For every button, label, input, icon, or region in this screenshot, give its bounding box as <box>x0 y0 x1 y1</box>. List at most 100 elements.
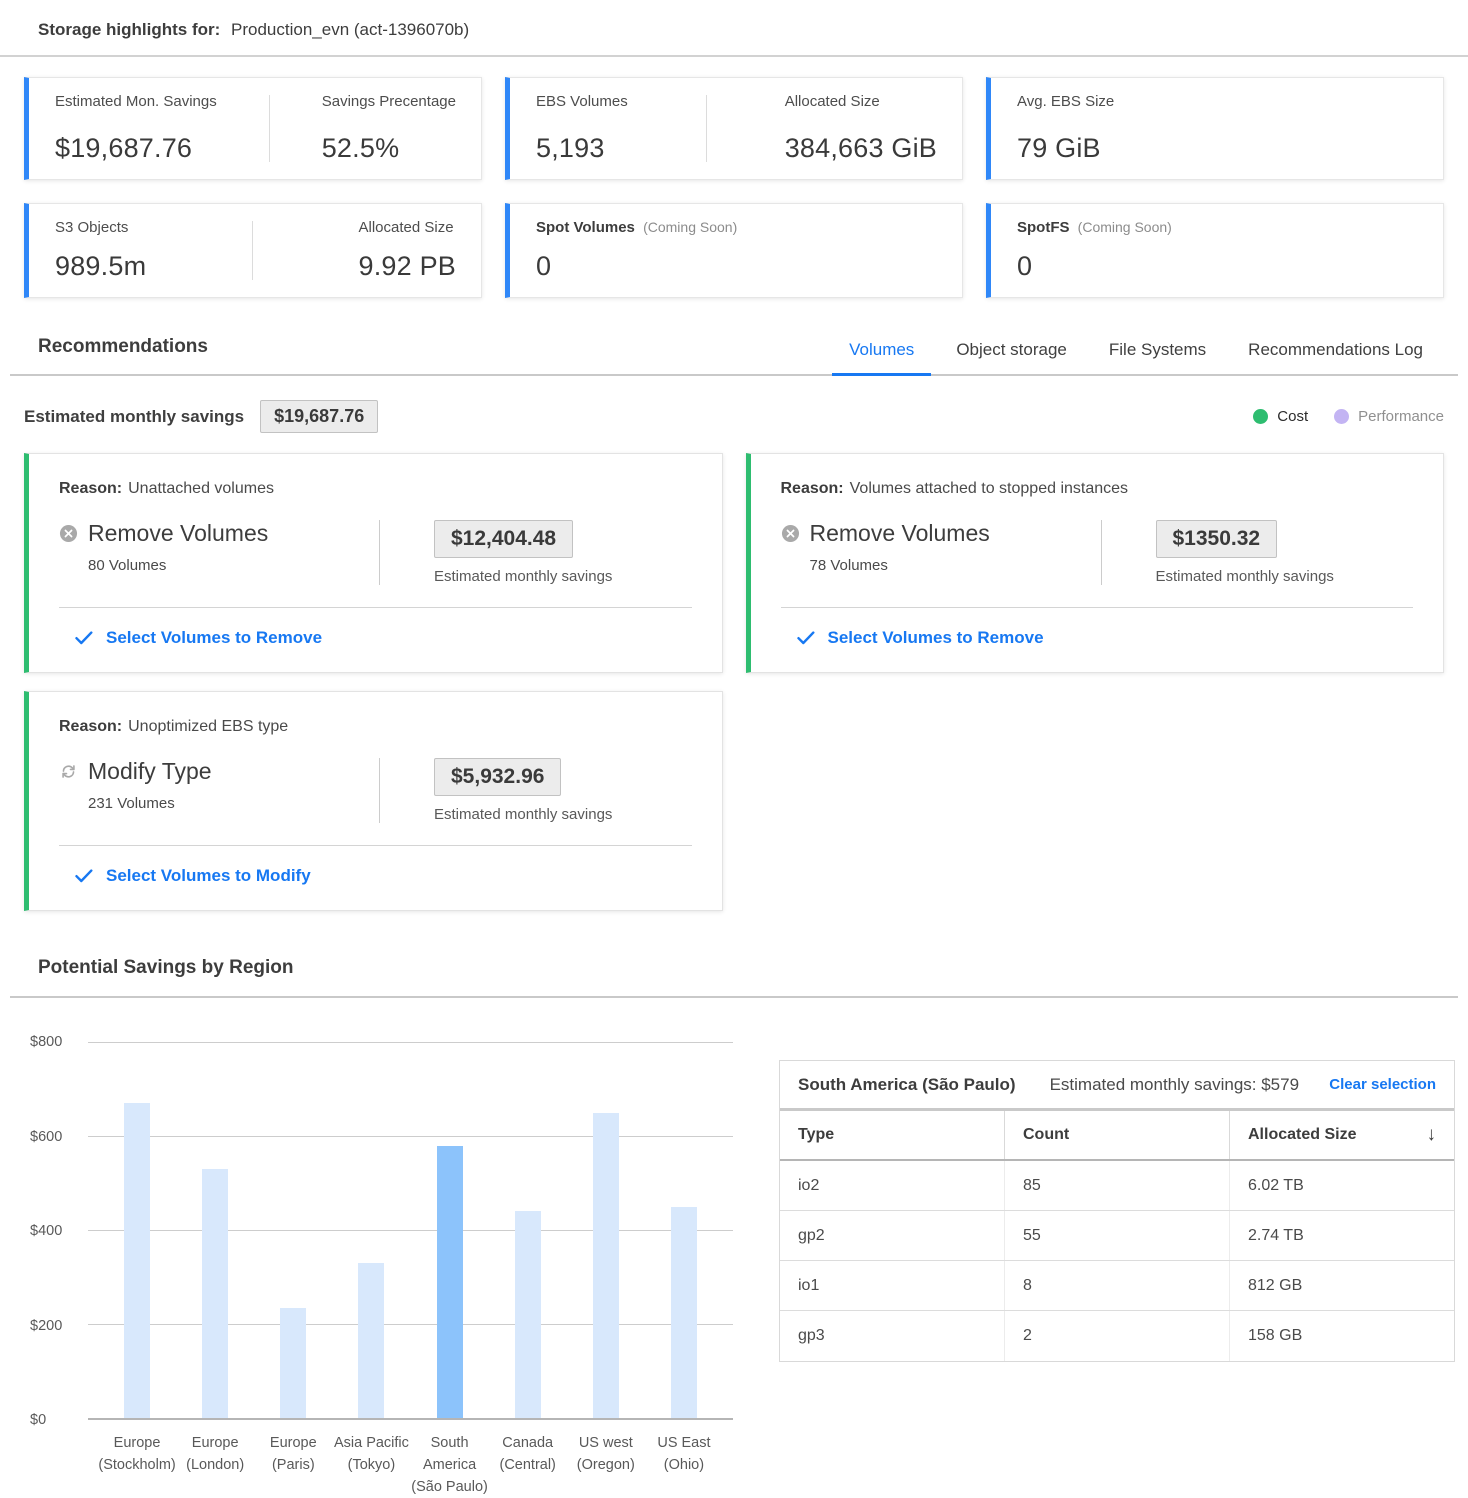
coming-soon-tag: (Coming Soon) <box>1078 219 1172 235</box>
x-tick-label: Europe(London) <box>176 1433 254 1498</box>
volume-count: 80 Volumes <box>88 557 379 574</box>
y-tick-label: $800 <box>30 1034 62 1050</box>
table-cell: 85 <box>1004 1161 1229 1210</box>
bar-us-west-oregon[interactable] <box>593 1113 619 1419</box>
stat-s3-objects: S3 Objects 989.5m <box>55 219 146 282</box>
stat-value: 52.5% <box>322 133 456 164</box>
bar-us-east-ohio[interactable] <box>671 1207 697 1419</box>
x-tick-label: Europe(Paris) <box>254 1433 332 1498</box>
action-title: Remove Volumes <box>810 520 990 547</box>
table-body: io2856.02 TBgp2552.74 TBio18812 GBgp3215… <box>780 1161 1454 1361</box>
select-volumes-to-modify-link[interactable]: Select Volumes to Modify <box>59 846 692 910</box>
bar-asia-pacific-tokyo[interactable] <box>358 1263 384 1418</box>
action-title: Remove Volumes <box>88 520 268 547</box>
region-section-title: Potential Savings by Region <box>38 957 1458 996</box>
coming-soon-tag: (Coming Soon) <box>643 219 737 235</box>
refresh-icon <box>59 762 78 781</box>
table-row[interactable]: gp32158 GB <box>780 1311 1454 1361</box>
table-cell: 2.74 TB <box>1229 1211 1454 1260</box>
savings-amount-caption: Estimated monthly savings <box>1156 568 1334 585</box>
legend: Cost Performance <box>1253 408 1444 425</box>
stat-value: 0 <box>1017 251 1172 282</box>
remove-circle-icon <box>781 524 800 543</box>
column-header-allocated-size[interactable]: Allocated Size ↓ <box>1229 1111 1454 1159</box>
savings-amount-caption: Estimated monthly savings <box>434 568 612 585</box>
x-tick-label: South America(São Paulo) <box>411 1433 489 1498</box>
bar-europe-london[interactable] <box>202 1169 228 1418</box>
table-cell: 8 <box>1004 1261 1229 1310</box>
check-icon <box>797 631 815 645</box>
savings-amount-badge: $1350.32 <box>1156 520 1278 558</box>
stat-ebs-allocated-size: Allocated Size 384,663 GiB <box>785 93 937 164</box>
table-cell: 55 <box>1004 1211 1229 1260</box>
check-icon <box>75 631 93 645</box>
y-tick-label: $200 <box>30 1318 62 1334</box>
x-tick-label: Asia Pacific(Tokyo) <box>332 1433 410 1498</box>
card-avg-ebs-size: Avg. EBS Size 79 GiB <box>986 77 1444 180</box>
stat-label: Savings Precentage <box>322 93 456 110</box>
region-section-body: $800$600$400$200$0 Europe(Stockholm)Euro… <box>0 998 1468 1498</box>
divider <box>269 95 270 162</box>
cta-label: Select Volumes to Remove <box>106 628 322 648</box>
page-title: Storage highlights for: <box>38 20 220 39</box>
check-icon <box>75 869 93 883</box>
card-s3-objects: S3 Objects 989.5m Allocated Size 9.92 PB <box>24 203 482 298</box>
y-tick-label: $400 <box>30 1223 62 1239</box>
stat-value: 79 GiB <box>1017 133 1114 164</box>
stat-spotfs: SpotFS (Coming Soon) 0 <box>1017 219 1172 282</box>
tab-volumes[interactable]: Volumes <box>828 340 935 374</box>
select-volumes-to-remove-link[interactable]: Select Volumes to Remove <box>781 608 1414 672</box>
bar-south-america-s-o-paulo[interactable] <box>437 1146 463 1418</box>
stat-label: Allocated Size <box>359 219 456 236</box>
stat-value: 0 <box>536 251 737 282</box>
stat-label: Allocated Size <box>785 93 937 110</box>
stat-label: Spot Volumes <box>536 219 635 236</box>
stat-avg-ebs-size: Avg. EBS Size 79 GiB <box>1017 93 1114 164</box>
clear-selection-link[interactable]: Clear selection <box>1329 1076 1436 1093</box>
chart-bars <box>88 1042 733 1418</box>
x-tick-label: Canada(Central) <box>489 1433 567 1498</box>
tab-file-systems[interactable]: File Systems <box>1088 340 1227 374</box>
x-tick-label: US west(Oregon) <box>567 1433 645 1498</box>
stat-value: 9.92 PB <box>359 251 456 282</box>
cost-legend-dot <box>1253 409 1268 424</box>
table-row[interactable]: io2856.02 TB <box>780 1161 1454 1211</box>
reason-text: Unattached volumes <box>128 480 274 497</box>
sort-descending-icon[interactable]: ↓ <box>1427 1124 1437 1146</box>
legend-item-performance: Performance <box>1334 408 1444 425</box>
table-cell: io1 <box>780 1261 1004 1310</box>
table-row[interactable]: gp2552.74 TB <box>780 1211 1454 1261</box>
savings-label: Estimated monthly savings <box>24 407 244 427</box>
table-row[interactable]: io18812 GB <box>780 1261 1454 1311</box>
divider <box>1101 520 1102 585</box>
x-tick-label: US East(Ohio) <box>645 1433 723 1498</box>
bar-canada-central[interactable] <box>515 1211 541 1418</box>
table-cell: 158 GB <box>1229 1311 1454 1361</box>
tab-recommendations-log[interactable]: Recommendations Log <box>1227 340 1444 374</box>
page-header: Storage highlights for: Production_evn (… <box>0 0 1468 57</box>
y-tick-label: $0 <box>30 1412 46 1428</box>
stat-value: 989.5m <box>55 251 146 282</box>
bar-europe-stockholm[interactable] <box>124 1103 150 1418</box>
tab-object-storage[interactable]: Object storage <box>935 340 1088 374</box>
recommendations-header: Recommendations Volumes Object storage F… <box>10 336 1458 376</box>
table-cell: io2 <box>780 1161 1004 1210</box>
stat-label: Estimated Mon. Savings <box>55 93 217 110</box>
select-volumes-to-remove-link[interactable]: Select Volumes to Remove <box>59 608 692 672</box>
divider <box>252 221 253 280</box>
card-ebs-volumes: EBS Volumes 5,193 Allocated Size 384,663… <box>505 77 963 180</box>
savings-value-badge: $19,687.76 <box>260 400 378 433</box>
reason-text: Unoptimized EBS type <box>128 718 288 735</box>
stat-value: 384,663 GiB <box>785 133 937 164</box>
reason-line: Reason:Unoptimized EBS type <box>59 718 692 736</box>
stat-label: Avg. EBS Size <box>1017 93 1114 110</box>
action-row: Remove Volumes 78 Volumes $1350.32 Estim… <box>781 520 1414 585</box>
bar-chart-plot <box>88 1042 733 1420</box>
stat-value: $19,687.76 <box>55 133 217 164</box>
account-name: Production_evn (act-1396070b) <box>231 20 469 39</box>
bar-europe-paris[interactable] <box>280 1308 306 1418</box>
stat-spot-volumes: Spot Volumes (Coming Soon) 0 <box>536 219 737 282</box>
divider <box>379 520 380 585</box>
legend-label: Performance <box>1358 408 1444 425</box>
table-cell: 2 <box>1004 1311 1229 1361</box>
